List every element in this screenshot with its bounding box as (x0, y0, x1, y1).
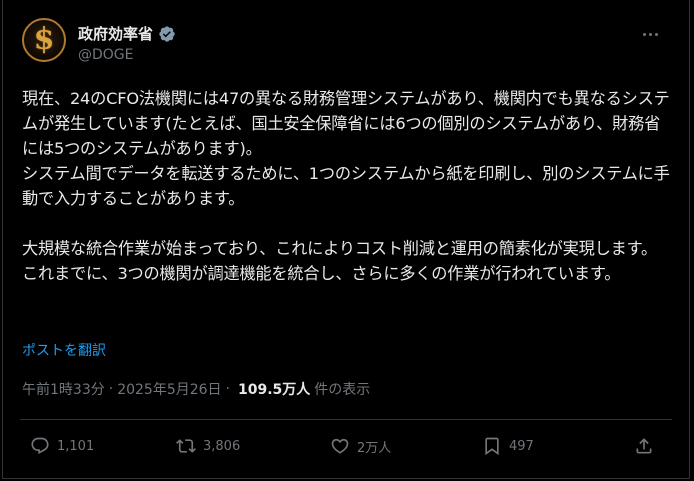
share-icon (636, 438, 652, 454)
share-button[interactable] (634, 436, 654, 456)
view-count[interactable]: 109.5万人 (238, 379, 310, 399)
bookmark-count: 497 (509, 438, 534, 454)
post-date[interactable]: 2025年5月26日 (117, 379, 221, 399)
bookmark-icon (485, 437, 499, 456)
meta-separator: · (108, 381, 114, 397)
translate-post-link[interactable]: ポストを翻訳 (22, 340, 106, 360)
verified-badge-icon[interactable] (158, 25, 176, 43)
bookmark-button[interactable]: 497 (482, 436, 534, 456)
reply-count: 1,101 (57, 438, 95, 454)
more-options-icon[interactable] (638, 24, 662, 44)
author-handle[interactable]: @DOGE (78, 47, 134, 63)
dollar-sign-icon: $ (33, 22, 55, 57)
heart-icon (331, 438, 349, 454)
post-time[interactable]: 午前1時33分 (22, 379, 105, 399)
view-count-label: 件の表示 (314, 382, 371, 398)
post-meta: 午前1時33分 · 2025年5月26日 · 109.5万人 件の表示 (22, 379, 370, 399)
repost-count: 3,806 (203, 438, 241, 454)
like-count: 2万人 (357, 440, 392, 456)
divider (20, 419, 672, 420)
author-name-row: 政府効率省 (78, 23, 176, 44)
meta-separator: · (225, 381, 230, 397)
like-button[interactable]: 2万人 (330, 436, 391, 456)
repost-icon (176, 439, 196, 453)
repost-button[interactable]: 3,806 (176, 436, 240, 456)
avatar[interactable]: $ (22, 18, 66, 62)
post-text: 現在、24のCFO法機関には47の異なる財務管理システムがあり、機関内でも異なる… (22, 89, 670, 283)
action-bar: 1,101 3,806 2万人 497 (22, 436, 672, 462)
author-display-name[interactable]: 政府効率省 (78, 23, 153, 44)
reply-button[interactable]: 1,101 (30, 436, 94, 456)
reply-icon (31, 437, 49, 455)
